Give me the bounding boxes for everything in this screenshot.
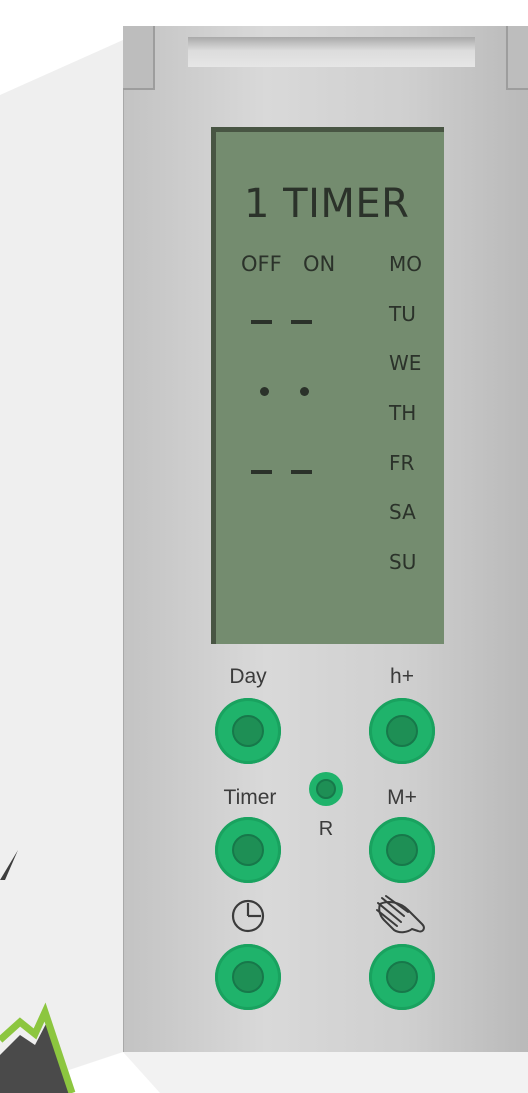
top-slot [188, 37, 475, 67]
off-minute-segment [251, 470, 272, 474]
day-button-label: Day [229, 665, 267, 688]
day-th: TH [389, 401, 417, 425]
timer-button-center [232, 834, 264, 866]
day-sa: SA [389, 500, 416, 524]
right-clip [506, 26, 528, 90]
day-we: WE [389, 351, 422, 375]
clock-button-center [232, 961, 264, 993]
minute-plus-button-label: M+ [387, 786, 417, 809]
day-mo: MO [389, 252, 422, 276]
hour-plus-button-center [386, 715, 418, 747]
timer-button-label: Timer [223, 786, 277, 809]
timer-button[interactable] [215, 817, 281, 883]
hand-icon [376, 895, 425, 934]
on-minute-segment [291, 470, 312, 474]
off-label: OFF [241, 252, 282, 276]
manual-button-center [386, 961, 418, 993]
hour-plus-button-label: h+ [390, 665, 414, 688]
day-fr: FR [389, 451, 415, 475]
minute-plus-button[interactable] [369, 817, 435, 883]
on-colon-dot [300, 387, 309, 396]
off-colon-dot [260, 387, 269, 396]
day-button[interactable] [215, 698, 281, 764]
clock-icon [231, 899, 265, 933]
reset-button[interactable] [309, 772, 343, 806]
minute-plus-button-center [386, 834, 418, 866]
reset-button-label: R [318, 818, 334, 840]
day-button-center [232, 715, 264, 747]
manual-button[interactable] [369, 944, 435, 1010]
left-clip [123, 26, 155, 90]
hour-plus-button[interactable] [369, 698, 435, 764]
day-su: SU [389, 550, 417, 574]
on-hour-segment [291, 320, 312, 324]
day-tu: TU [389, 302, 416, 326]
reset-button-center [316, 779, 336, 799]
lcd-display: 1 TIMER OFF ON MO TU WE TH FR SA SU [211, 127, 444, 644]
clock-button[interactable] [215, 944, 281, 1010]
display-title: 1 TIMER [244, 181, 410, 227]
on-label: ON [303, 252, 336, 276]
off-hour-segment [251, 320, 272, 324]
